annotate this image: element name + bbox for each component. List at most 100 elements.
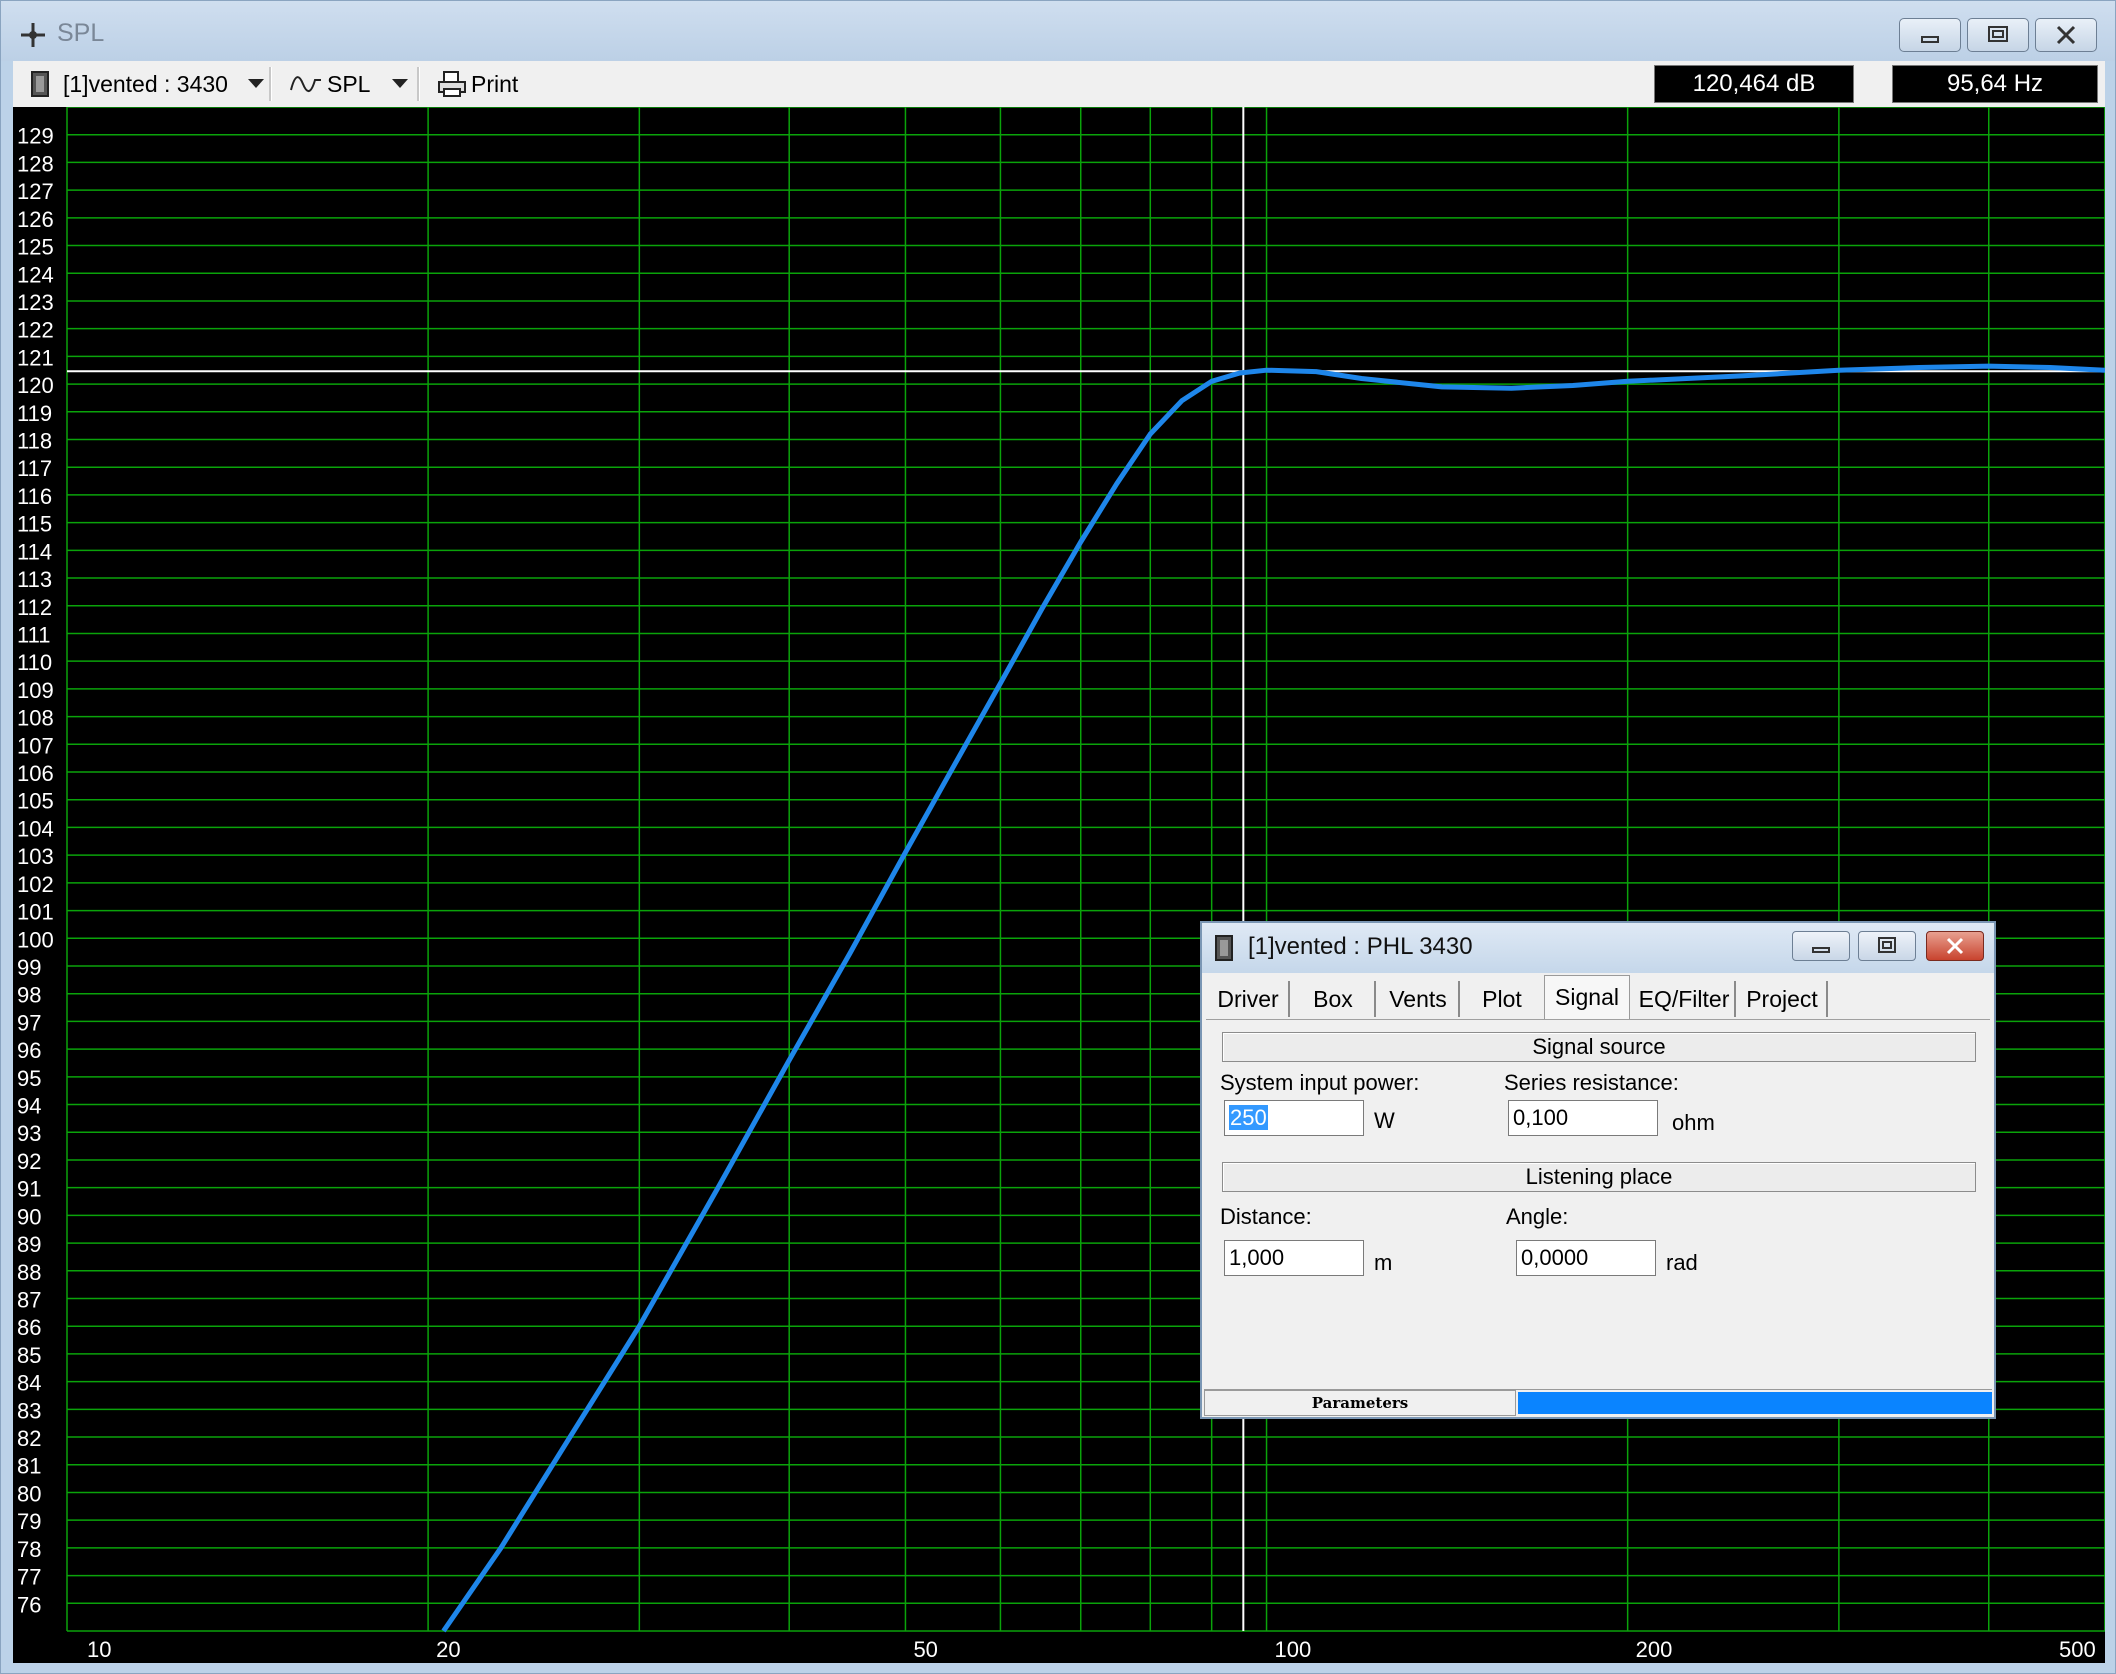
y-tick-label: 113	[17, 567, 52, 592]
y-tick-label: 112	[17, 595, 52, 620]
dialog-minimize-button[interactable]	[1792, 931, 1850, 961]
signal-panel: Signal source System input power: 250 W …	[1206, 1019, 1990, 1310]
close-icon	[2056, 25, 2076, 45]
status-label: Parameters	[1204, 1390, 1516, 1416]
printer-icon	[438, 71, 466, 97]
waveform-icon	[290, 76, 321, 92]
spl-plot[interactable]: 1291281271261251241231221211201191181171…	[13, 107, 2105, 1663]
y-tick-label: 101	[17, 900, 54, 925]
y-tick-label: 122	[17, 318, 54, 343]
y-tick-label: 96	[17, 1038, 41, 1063]
tab-vents[interactable]: Vents	[1378, 981, 1460, 1017]
signal-source-header: Signal source	[1222, 1032, 1976, 1062]
minimize-icon	[1921, 36, 1939, 43]
project-dropdown[interactable]: [1]vented : 3430	[29, 61, 264, 107]
dialog-restore-button[interactable]	[1858, 931, 1916, 961]
distance-unit: m	[1374, 1250, 1393, 1275]
minimize-button[interactable]	[1899, 18, 1961, 52]
restore-button[interactable]	[1967, 18, 2029, 52]
minimize-icon	[1812, 947, 1830, 953]
y-tick-label: 83	[17, 1398, 41, 1423]
y-tick-label: 124	[17, 262, 54, 287]
y-tick-label: 104	[17, 816, 54, 841]
y-tick-label: 90	[17, 1204, 41, 1229]
system-input-power-label: System input power:	[1220, 1070, 1420, 1095]
y-tick-label: 88	[17, 1260, 41, 1285]
tab-plot[interactable]: Plot	[1462, 981, 1542, 1017]
toolbar-separator	[269, 67, 272, 101]
y-tick-label: 120	[17, 373, 54, 398]
system-input-power-field[interactable]: 250	[1224, 1100, 1364, 1136]
system-input-power-unit: W	[1374, 1108, 1395, 1133]
y-tick-label: 111	[17, 622, 50, 647]
speaker-icon	[1215, 935, 1233, 961]
toolbar-separator	[417, 67, 420, 101]
y-tick-label: 121	[17, 345, 54, 370]
y-tick-label: 129	[17, 124, 54, 149]
y-tick-label: 76	[17, 1592, 41, 1617]
x-tick-label: 20	[436, 1637, 460, 1662]
y-tick-label: 115	[17, 512, 52, 537]
restore-icon	[1878, 937, 1896, 953]
dialog-title-bar[interactable]: [1]vented : PHL 3430	[1202, 923, 1994, 973]
y-tick-label: 109	[17, 678, 54, 703]
y-tick-label: 92	[17, 1149, 41, 1174]
print-button[interactable]: Print	[437, 61, 518, 107]
plot-selector-label: SPL	[327, 70, 371, 97]
chevron-down-icon	[247, 79, 264, 88]
distance-label: Distance:	[1220, 1204, 1312, 1229]
y-tick-label: 87	[17, 1287, 41, 1312]
angle-label: Angle:	[1506, 1204, 1569, 1229]
y-tick-label: 117	[17, 456, 52, 481]
close-button[interactable]	[2035, 18, 2097, 52]
spl-chart[interactable]: 129 128 127 126 125 124 123 122 121 120 119 118 117 1…	[13, 107, 2105, 1663]
y-tick-label: 77	[17, 1565, 41, 1590]
x-tick-label: 200	[1636, 1637, 1673, 1662]
toolbar: [1]vented : 3430 SPL Print 120,464 dB 95…	[13, 61, 2105, 108]
x-tick-label: 50	[913, 1637, 937, 1662]
y-tick-label: 116	[17, 484, 52, 509]
series-resistance-field[interactable]: 0,100	[1508, 1100, 1658, 1136]
y-tick-label: 114	[17, 539, 52, 564]
tab-driver[interactable]: Driver	[1208, 981, 1290, 1017]
close-icon	[1946, 937, 1964, 955]
project-selector-label: [1]vented : 3430	[63, 70, 228, 97]
dialog-close-button[interactable]	[1926, 931, 1984, 961]
y-tick-label: 99	[17, 955, 41, 980]
x-tick-label: 500	[2059, 1637, 2096, 1662]
y-tick-label: 128	[17, 151, 54, 176]
y-tick-label: 89	[17, 1232, 41, 1257]
y-tick-label: 105	[17, 789, 54, 814]
title-bar[interactable]: SPL	[1, 1, 2115, 61]
speaker-icon	[31, 71, 49, 97]
y-tick-label: 78	[17, 1537, 41, 1562]
y-tick-label: 84	[17, 1371, 41, 1396]
series-resistance-unit: ohm	[1672, 1110, 1715, 1135]
y-tick-label: 106	[17, 761, 54, 786]
y-tick-label: 94	[17, 1094, 41, 1119]
frequency-readout: 95,64 Hz	[1892, 65, 2098, 103]
y-tick-label: 102	[17, 872, 54, 897]
window-title: SPL	[57, 19, 105, 47]
restore-icon	[1988, 26, 2008, 42]
y-tick-label: 118	[17, 429, 52, 454]
y-tick-label: 108	[17, 706, 54, 731]
tab-signal[interactable]: Signal	[1544, 975, 1630, 1019]
y-tick-label: 123	[17, 290, 54, 315]
y-tick-label: 119	[17, 401, 52, 426]
y-tick-label: 127	[17, 179, 54, 204]
dialog-tabs: Driver Box Vents Plot Signal EQ/Filter P…	[1202, 973, 1994, 1019]
distance-field[interactable]: 1,000	[1224, 1240, 1364, 1276]
angle-field[interactable]: 0,0000	[1516, 1240, 1656, 1276]
system-input-power-value: 250	[1229, 1105, 1268, 1130]
y-tick-label: 91	[17, 1177, 41, 1202]
print-label: Print	[471, 70, 519, 97]
series-resistance-label: Series resistance:	[1504, 1070, 1679, 1095]
plot-type-dropdown[interactable]: SPL	[289, 61, 409, 107]
y-tick-label: 86	[17, 1315, 41, 1340]
tab-eq-filter[interactable]: EQ/Filter	[1634, 981, 1736, 1017]
tab-project[interactable]: Project	[1738, 981, 1828, 1017]
listening-place-header: Listening place	[1222, 1162, 1976, 1192]
signal-dialog: [1]vented : PHL 3430 Driver Box Vents Pl…	[1200, 921, 1996, 1419]
tab-box[interactable]: Box	[1292, 981, 1376, 1017]
